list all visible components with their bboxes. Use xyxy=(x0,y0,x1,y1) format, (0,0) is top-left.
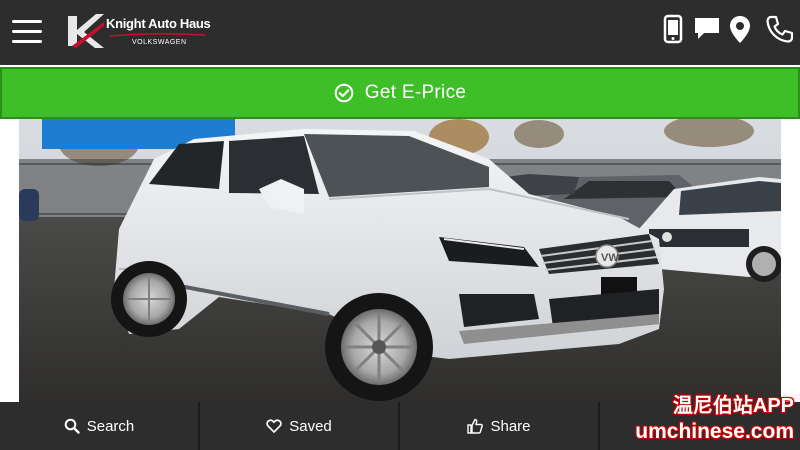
share-label: Share xyxy=(490,417,531,435)
logo-k-mark xyxy=(68,14,104,48)
logo-subtitle: VOLKSWAGEN xyxy=(132,39,187,46)
logo-name: Knight Auto Haus xyxy=(106,16,211,31)
get-e-price-label: Get E-Price xyxy=(364,82,467,103)
watermark: 温尼伯站APP umchinese.com xyxy=(635,389,794,444)
mobile-phone-icon[interactable] xyxy=(659,14,687,44)
phone-icon[interactable] xyxy=(765,14,794,44)
svg-text:VW: VW xyxy=(601,252,619,264)
check-circle-icon xyxy=(334,83,354,103)
map-pin-icon[interactable] xyxy=(726,14,754,44)
app-header: Knight Auto Haus VOLKSWAGEN xyxy=(0,0,800,65)
search-button[interactable]: Search xyxy=(0,402,200,450)
saved-label: Saved xyxy=(289,417,332,435)
white-suv-image: VW xyxy=(19,119,781,402)
thumbs-up-icon xyxy=(467,418,484,434)
get-e-price-button[interactable]: Get E-Price xyxy=(0,67,800,119)
dealer-logo[interactable]: Knight Auto Haus VOLKSWAGEN xyxy=(66,10,226,52)
watermark-line-2: umchinese.com xyxy=(635,420,794,443)
share-button[interactable]: Share xyxy=(400,402,600,450)
search-label: Search xyxy=(86,417,135,435)
vehicle-photo[interactable]: VW xyxy=(19,119,781,402)
saved-button[interactable]: Saved xyxy=(200,402,400,450)
search-icon xyxy=(64,418,80,434)
chat-icon[interactable] xyxy=(692,14,722,44)
logo-swoosh xyxy=(110,32,205,37)
heart-icon xyxy=(266,419,282,433)
watermark-line-1: 温尼伯站APP xyxy=(672,395,794,417)
hamburger-menu-icon[interactable] xyxy=(12,20,42,44)
